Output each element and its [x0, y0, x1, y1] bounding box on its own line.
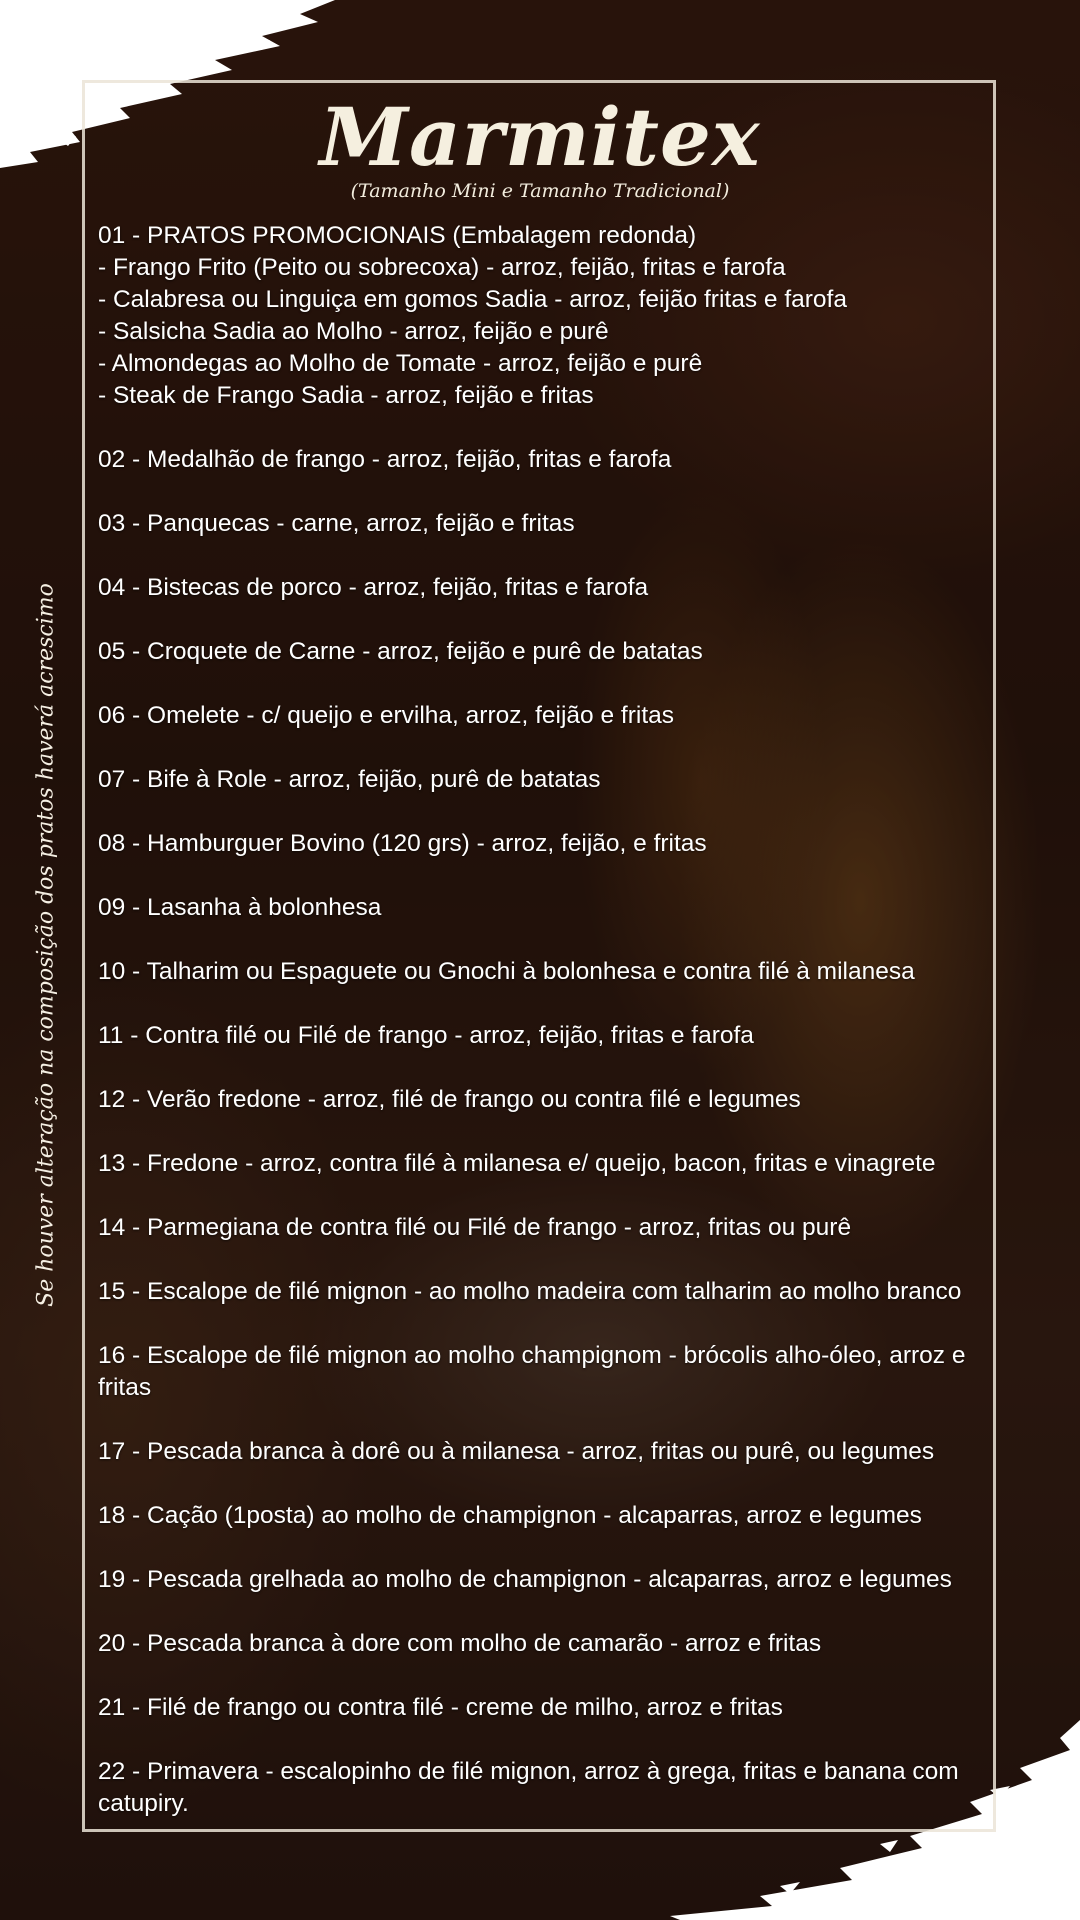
menu-item: 19 - Pescada grelhada ao molho de champi… — [98, 1566, 952, 1593]
menu-title: Marmitex — [319, 90, 761, 184]
menu-item: 10 - Talharim ou Espaguete ou Gnochi à b… — [98, 958, 915, 985]
menu-item: 08 - Hamburguer Bovino (120 grs) - arroz… — [98, 830, 707, 857]
menu-item: 15 - Escalope de filé mignon - ao molho … — [98, 1278, 962, 1305]
side-note-text: Se houver alteração na composição dos pr… — [33, 583, 59, 1307]
menu-item: 05 - Croquete de Carne - arroz, feijão e… — [98, 638, 703, 665]
menu-item: 13 - Fredone - arroz, contra filé à mila… — [98, 1150, 936, 1177]
menu-item: 22 - Primavera - escalopinho de filé mig… — [98, 1758, 959, 1817]
menu-item: 09 - Lasanha à bolonhesa — [98, 894, 382, 921]
menu-subtitle: (Tamanho Mini e Tamanho Tradicional) — [350, 180, 730, 202]
menu-item: 21 - Filé de frango ou contra filé - cre… — [98, 1694, 783, 1721]
menu-item: 16 - Escalope de filé mignon ao molho ch… — [98, 1342, 966, 1401]
promo-heading: 01 - PRATOS PROMOCIONAIS (Embalagem redo… — [98, 222, 697, 249]
promo-item: - Almondegas ao Molho de Tomate - arroz,… — [98, 350, 703, 377]
promo-item: - Frango Frito (Peito ou sobrecoxa) - ar… — [98, 254, 786, 281]
menu-item: 17 - Pescada branca à dorê ou à milanesa… — [98, 1438, 935, 1465]
menu-item: 20 - Pescada branca à dore com molho de … — [98, 1630, 822, 1657]
menu-item: 11 - Contra filé ou Filé de frango - arr… — [98, 1022, 754, 1049]
promo-item: - Salsicha Sadia ao Molho - arroz, feijã… — [98, 318, 609, 345]
promo-item: - Steak de Frango Sadia - arroz, feijão … — [98, 382, 594, 409]
promo-item: - Calabresa ou Linguiça em gomos Sadia -… — [98, 286, 847, 313]
menu-item: 04 - Bistecas de porco - arroz, feijão, … — [98, 574, 649, 601]
promo-section: 01 - PRATOS PROMOCIONAIS (Embalagem redo… — [98, 220, 986, 412]
menu-item: 02 - Medalhão de frango - arroz, feijão,… — [98, 446, 672, 473]
menu-item: 14 - Parmegiana de contra filé ou Filé d… — [98, 1214, 852, 1241]
menu-item: 07 - Bife à Role - arroz, feijão, purê d… — [98, 766, 601, 793]
menu-item: 06 - Omelete - c/ queijo e ervilha, arro… — [98, 702, 675, 729]
menu-item: 12 - Verão fredone - arroz, filé de fran… — [98, 1086, 801, 1113]
menu-item: 18 - Cação (1posta) ao molho de champign… — [98, 1502, 922, 1529]
menu-item: 03 - Panquecas - carne, arroz, feijão e … — [98, 510, 575, 537]
menu-list: 01 - PRATOS PROMOCIONAIS (Embalagem redo… — [98, 220, 986, 1820]
